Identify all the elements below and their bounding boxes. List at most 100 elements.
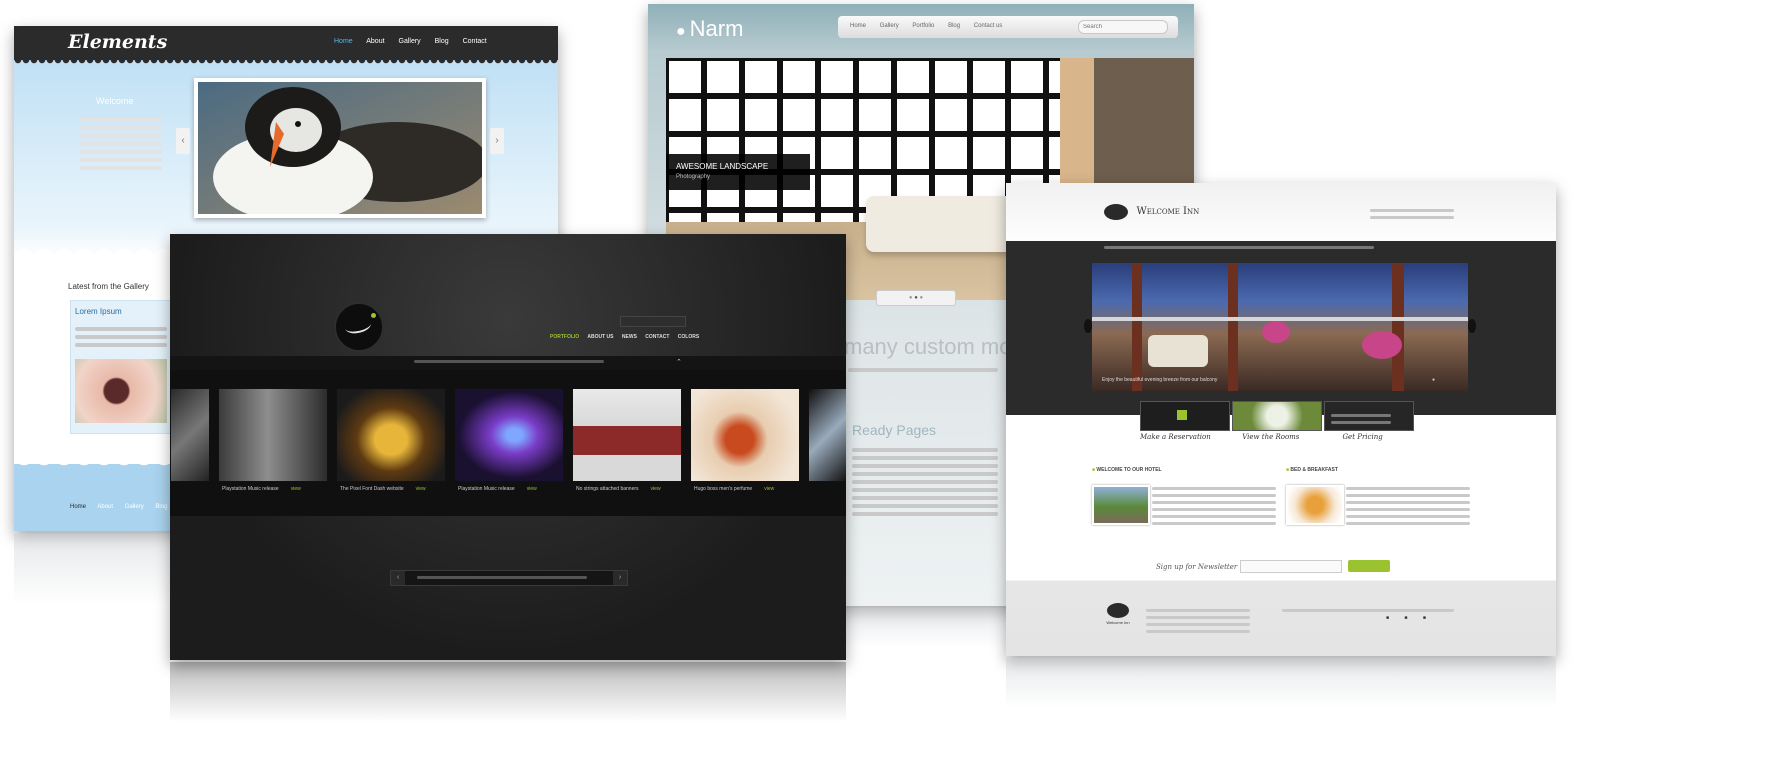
narm-slider-dot-1[interactable]: ● xyxy=(909,295,913,301)
dark-portfolio-theme-screenshot: PORTFOLIO ABOUT US NEWS CONTACT COLORS ⌃… xyxy=(170,234,846,660)
dark-thumb-caption-1: Playstation Music release view xyxy=(222,486,301,492)
elements-slider-photo-puffin xyxy=(194,78,488,222)
rss-icon[interactable]: ■ xyxy=(1423,615,1426,621)
inn-tab-labels: Make a Reservation View the Rooms Get Pr… xyxy=(1140,433,1440,441)
elements-welcome-title: Welcome xyxy=(96,96,134,106)
inn-slider-next-button[interactable] xyxy=(1468,319,1476,333)
narm-tagline: many custom mo xyxy=(844,334,1012,359)
narm-slider-dot-3[interactable]: ● xyxy=(919,295,923,301)
dark-nav-contact[interactable]: CONTACT xyxy=(645,334,669,340)
elements-slider-prev-button[interactable]: ‹ xyxy=(176,128,190,154)
dark-thumb-3[interactable] xyxy=(454,388,564,482)
dark-thumb-2[interactable] xyxy=(336,388,446,482)
dark-nav-news[interactable]: NEWS xyxy=(622,334,637,340)
dark-thumb-4[interactable] xyxy=(572,388,682,482)
inn-section-1-image xyxy=(1092,485,1150,525)
elements-logo[interactable]: Elements xyxy=(68,31,167,53)
elements-nav-contact[interactable]: Contact xyxy=(463,38,487,45)
inn-slider-caption: Enjoy the beautiful evening breeze from … xyxy=(1102,377,1218,383)
elements-nav-home[interactable]: Home xyxy=(334,38,353,45)
inn-section-2-image xyxy=(1286,485,1344,525)
elements-scallop-edge xyxy=(14,60,558,66)
inn-reflection xyxy=(1006,658,1556,708)
elements-footer-blog[interactable]: Blog xyxy=(155,504,167,510)
narm-nav-home[interactable]: Home xyxy=(850,23,866,29)
inn-section-1-bullet-icon: ■ xyxy=(1092,467,1096,473)
inn-top-contact xyxy=(1370,205,1454,223)
inn-slider-image: Enjoy the beautiful evening breeze from … xyxy=(1092,263,1468,391)
narm-ready-pages-heading: Ready Pages xyxy=(852,422,937,438)
elements-card-photo xyxy=(75,359,167,423)
elements-nav-blog[interactable]: Blog xyxy=(435,38,449,45)
inn-footer-logo[interactable]: Welcome Inn xyxy=(1100,603,1136,625)
water-drop-icon: ● xyxy=(676,23,686,40)
inn-slider-pager[interactable]: ● xyxy=(1432,377,1435,383)
elements-header: Elements Home About Gallery Blog Contact xyxy=(14,26,558,60)
inn-tab-reservation[interactable]: Make a Reservation xyxy=(1140,433,1240,441)
inn-logo[interactable]: Welcome Inn xyxy=(1104,203,1199,223)
dark-nav-colors[interactable]: COLORS xyxy=(678,334,699,340)
elements-nav-about[interactable]: About xyxy=(366,38,384,45)
narm-nav-gallery[interactable]: Gallery xyxy=(880,23,899,29)
narm-nav-blog[interactable]: Blog xyxy=(948,23,960,29)
inn-tab-thumb-1[interactable] xyxy=(1140,401,1230,431)
dark-bottom-pager: ‹ › xyxy=(390,570,628,586)
dark-pager-prev-button[interactable]: ‹ xyxy=(391,571,405,585)
inn-tab-thumb-3[interactable] xyxy=(1324,401,1414,431)
dark-nav-portfolio[interactable]: PORTFOLIO xyxy=(550,334,579,340)
dark-thumb-1[interactable] xyxy=(218,388,328,482)
inn-logo-text: Welcome Inn xyxy=(1136,206,1200,218)
elements-slider-next-button[interactable]: › xyxy=(490,128,504,154)
dark-nav-about[interactable]: ABOUT US xyxy=(587,334,613,340)
inn-newsletter-input[interactable] xyxy=(1240,560,1342,573)
narm-search-input[interactable] xyxy=(1078,20,1168,34)
dark-pager-next-button[interactable]: › xyxy=(613,571,627,585)
narm-logo[interactable]: ● Narm xyxy=(676,16,743,42)
inn-menu-bar[interactable] xyxy=(1104,246,1374,249)
narm-slider-dot-2[interactable]: ● xyxy=(914,295,918,301)
elements-nav: Home About Gallery Blog Contact xyxy=(334,38,487,45)
elements-gallery-card: Lorem Ipsum xyxy=(70,300,176,434)
inn-footer-links[interactable] xyxy=(1282,605,1454,616)
elements-nav-gallery[interactable]: Gallery xyxy=(399,38,421,45)
inn-footer: Welcome Inn ■ ■ ■ xyxy=(1006,581,1556,656)
facebook-icon[interactable]: ■ xyxy=(1386,615,1389,621)
elements-gallery-heading: Latest from the Gallery xyxy=(68,282,149,291)
logo-green-dot xyxy=(371,313,376,318)
dark-thumb-6[interactable] xyxy=(808,388,846,482)
narm-nav-contact[interactable]: Contact us xyxy=(974,23,1003,29)
inn-slider-prev-button[interactable] xyxy=(1084,319,1092,333)
dark-thumb-5[interactable] xyxy=(690,388,800,482)
dark-thumbnail-strip: Playstation Music release view The Pixel … xyxy=(170,370,846,516)
dark-thumb-0[interactable] xyxy=(170,388,210,482)
narm-tagline-sub xyxy=(848,364,998,376)
inn-tab-thumb-1-icon xyxy=(1177,410,1187,420)
inn-tab-rooms[interactable]: View the Rooms xyxy=(1242,433,1340,441)
inn-tab-pricing[interactable]: Get Pricing xyxy=(1342,433,1382,441)
inn-dark-band: Enjoy the beautiful evening breeze from … xyxy=(1006,241,1556,431)
inn-newsletter-submit-button[interactable] xyxy=(1348,560,1390,572)
welcome-inn-theme-screenshot: Welcome Inn Enjoy the beautiful evening … xyxy=(1006,183,1556,656)
inn-section-2-text xyxy=(1346,483,1470,529)
narm-nav-bar: Home Gallery Portfolio Blog Contact us xyxy=(838,16,1178,38)
elements-welcome-text xyxy=(80,114,162,174)
dark-logo[interactable] xyxy=(334,302,384,352)
inn-section-2-bullet-icon: ■ xyxy=(1286,467,1290,473)
twitter-icon[interactable]: ■ xyxy=(1404,615,1407,621)
narm-ready-pages-text xyxy=(852,444,998,520)
dark-filter-options[interactable] xyxy=(414,360,604,363)
narm-caption-box: AWESOME LANDSCAPE Photography xyxy=(666,154,810,190)
inn-section-1-heading: ■ WELCOME TO OUR HOTEL xyxy=(1092,467,1162,473)
elements-footer-gallery[interactable]: Gallery xyxy=(125,504,144,510)
inn-tab-thumb-2[interactable] xyxy=(1232,401,1322,431)
inn-footer-logo-badge-icon xyxy=(1107,603,1129,618)
signature-logo-icon xyxy=(343,316,373,336)
elements-footer-home[interactable]: Home xyxy=(70,504,86,510)
narm-caption-subtitle: Photography xyxy=(676,174,711,180)
elements-footer-about[interactable]: About xyxy=(97,504,113,510)
narm-nav-portfolio[interactable]: Portfolio xyxy=(912,23,934,29)
narm-caption-title: AWESOME LANDSCAPE xyxy=(676,162,769,171)
chevron-up-icon[interactable]: ⌃ xyxy=(676,358,682,366)
dark-filter-bar: ⌃ xyxy=(170,356,846,370)
elements-card-title[interactable]: Lorem Ipsum xyxy=(75,307,122,316)
